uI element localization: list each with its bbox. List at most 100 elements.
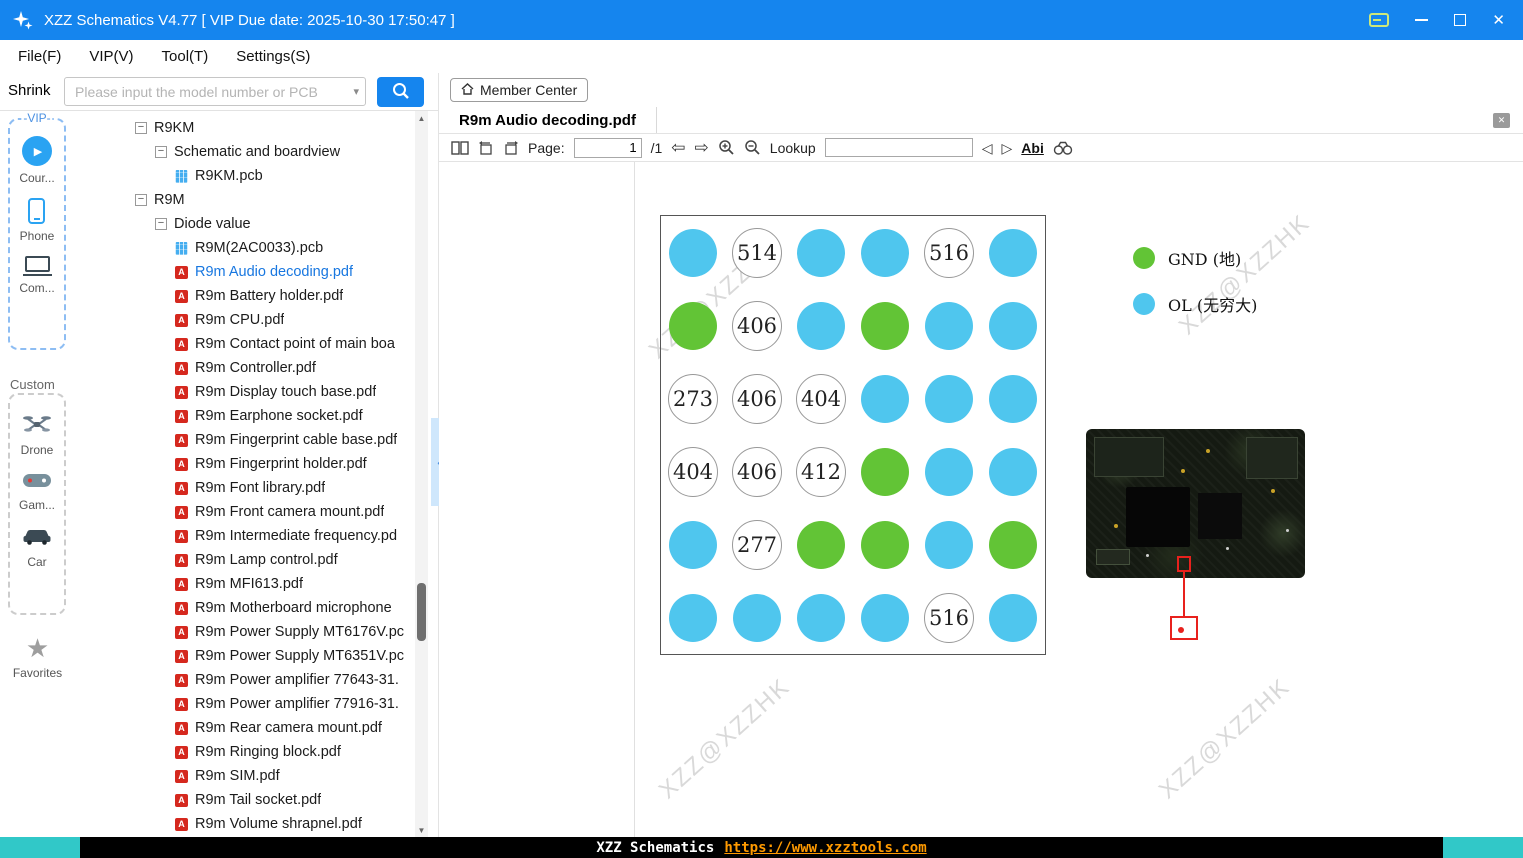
- collapse-icon[interactable]: [135, 122, 147, 134]
- ol-circle: [861, 228, 909, 277]
- tree-item[interactable]: R9KM: [75, 116, 415, 140]
- tree-item-label: R9m Intermediate frequency.pd: [195, 528, 398, 544]
- prev-page-icon[interactable]: ⇦: [671, 139, 685, 156]
- menu-settings[interactable]: Settings(S): [222, 40, 324, 73]
- sidebar-item-computer[interactable]: Com...: [19, 256, 55, 295]
- scroll-up-icon[interactable]: ▲: [415, 111, 428, 125]
- tree-item[interactable]: A R9m Power Supply MT6176V.pc: [75, 620, 415, 644]
- tree-item[interactable]: R9M(2AC0033).pcb: [75, 236, 415, 260]
- ol-circle: [925, 374, 973, 423]
- rotate-left-icon[interactable]: [478, 140, 494, 156]
- menu-tool[interactable]: Tool(T): [148, 40, 223, 73]
- tree-item[interactable]: A R9m Contact point of main boa: [75, 332, 415, 356]
- tree-item[interactable]: A R9m Audio decoding.pdf: [75, 260, 415, 284]
- tree-item[interactable]: A R9m Ringing block.pdf: [75, 740, 415, 764]
- zoom-out-icon[interactable]: [744, 139, 761, 156]
- diode-value-circle: 412: [796, 446, 846, 497]
- sidebar-item-drone[interactable]: Drone: [21, 413, 53, 457]
- sidebar-item-phone[interactable]: Phone: [20, 198, 54, 243]
- tree-item[interactable]: A R9m Volume shrapnel.pdf: [75, 812, 415, 836]
- ol-circle: [925, 520, 973, 569]
- zoom-in-icon[interactable]: [718, 139, 735, 156]
- match-case-icon[interactable]: Abi: [1021, 140, 1044, 156]
- sidebar-item-favorites[interactable]: ★ Favorites: [0, 635, 75, 680]
- tree-item[interactable]: Diode value: [75, 212, 415, 236]
- find-next-icon[interactable]: ▷: [1002, 141, 1013, 155]
- card-icon[interactable]: [1369, 12, 1390, 28]
- close-button[interactable]: ✕: [1492, 13, 1505, 28]
- collapse-icon[interactable]: [155, 146, 167, 158]
- file-tree: R9KM Schematic and boardview R9KM.pcb R9M Di…: [75, 111, 415, 837]
- minimize-button[interactable]: [1415, 19, 1429, 21]
- tree-item[interactable]: A R9m Battery holder.pdf: [75, 284, 415, 308]
- page-number-input[interactable]: [573, 137, 642, 158]
- scrollbar-thumb[interactable]: [417, 583, 426, 641]
- tree-item[interactable]: A R9m Power Supply MT6351V.pc: [75, 644, 415, 668]
- legend-label: GND (地): [1168, 250, 1242, 269]
- tree-item[interactable]: A R9m Display touch base.pdf: [75, 380, 415, 404]
- ol-circle: [925, 301, 973, 350]
- tree-item[interactable]: A R9m Fingerprint cable base.pdf: [75, 428, 415, 452]
- gnd-legend-dot: [1133, 247, 1155, 269]
- two-page-view-icon[interactable]: [451, 140, 469, 155]
- pdf-file-icon: A: [175, 529, 188, 543]
- status-edge-left: [0, 837, 80, 858]
- tree-item[interactable]: A R9m Tail socket.pdf: [75, 788, 415, 812]
- tree-item[interactable]: A R9m Earphone socket.pdf: [75, 404, 415, 428]
- sidebar-item-game[interactable]: Gam...: [19, 473, 55, 512]
- shrink-button[interactable]: Shrink: [8, 82, 51, 99]
- lookup-label: Lookup: [769, 139, 816, 156]
- callout-line: [1183, 572, 1185, 616]
- ol-circle: [989, 593, 1037, 642]
- binoculars-icon[interactable]: [1053, 141, 1073, 155]
- sidebar-item-car[interactable]: Car: [22, 528, 52, 569]
- tree-item[interactable]: A R9m Font library.pdf: [75, 476, 415, 500]
- sidebar-item-courses[interactable]: ▶ Cour...: [19, 136, 55, 185]
- tree-item[interactable]: A R9m Front camera mount.pdf: [75, 500, 415, 524]
- tree-item[interactable]: A R9m Motherboard microphone: [75, 596, 415, 620]
- tree-item[interactable]: R9KM.pcb: [75, 164, 415, 188]
- tree-item[interactable]: A R9m Fingerprint holder.pdf: [75, 452, 415, 476]
- collapse-icon[interactable]: [155, 218, 167, 230]
- tree-item[interactable]: A R9m CPU.pdf: [75, 308, 415, 332]
- member-center-button[interactable]: Member Center: [450, 78, 589, 102]
- pdf-file-icon: A: [175, 457, 188, 471]
- tree-item[interactable]: A R9m SIM.pdf: [75, 764, 415, 788]
- ol-circle: [797, 301, 845, 350]
- maximize-button[interactable]: [1454, 14, 1467, 26]
- ol-circle: [733, 593, 781, 642]
- tree-item[interactable]: A R9m Power amplifier 77643-31.: [75, 668, 415, 692]
- ol-circle: [925, 447, 973, 496]
- tree-item[interactable]: A R9m Controller.pdf: [75, 356, 415, 380]
- menu-vip[interactable]: VIP(V): [75, 40, 147, 73]
- custom-section-title: Custom: [10, 377, 55, 392]
- chevron-down-icon[interactable]: ▾: [353, 85, 359, 98]
- tree-item[interactable]: A R9m Intermediate frequency.pd: [75, 524, 415, 548]
- collapse-icon[interactable]: [135, 194, 147, 206]
- tree-item[interactable]: A R9m Lamp control.pdf: [75, 548, 415, 572]
- tree-item[interactable]: A R9m Power amplifier 77916-31.: [75, 692, 415, 716]
- pdf-file-icon: A: [175, 577, 188, 591]
- next-page-icon[interactable]: ⇨: [695, 139, 709, 156]
- tree-item[interactable]: R9M: [75, 188, 415, 212]
- find-previous-icon[interactable]: ◁: [982, 141, 993, 155]
- lookup-input[interactable]: [824, 138, 973, 157]
- rotate-right-icon[interactable]: [503, 140, 519, 156]
- diode-value-circle: 516: [924, 592, 974, 643]
- ol-circle: [861, 374, 909, 423]
- tree-item-label: R9m Power Supply MT6176V.pc: [195, 624, 405, 640]
- tree-item-label: R9M: [154, 192, 185, 208]
- search-input[interactable]: [64, 77, 366, 106]
- menu-file[interactable]: File(F): [4, 40, 75, 73]
- tree-item[interactable]: A R9m MFI613.pdf: [75, 572, 415, 596]
- tree-item[interactable]: Schematic and boardview: [75, 140, 415, 164]
- page-left-edge: [634, 162, 635, 837]
- scroll-down-icon[interactable]: ▼: [415, 823, 428, 837]
- status-url[interactable]: https://www.xzztools.com: [724, 840, 926, 856]
- tree-item[interactable]: A R9m Rear camera mount.pdf: [75, 716, 415, 740]
- tab-audio-decoding-pdf[interactable]: R9m Audio decoding.pdf: [439, 107, 657, 133]
- tree-scrollbar[interactable]: ▲ ▼: [415, 111, 428, 837]
- close-tab-icon[interactable]: ✕: [1493, 113, 1510, 128]
- pdf-file-icon: A: [175, 313, 188, 327]
- search-button[interactable]: [377, 77, 424, 107]
